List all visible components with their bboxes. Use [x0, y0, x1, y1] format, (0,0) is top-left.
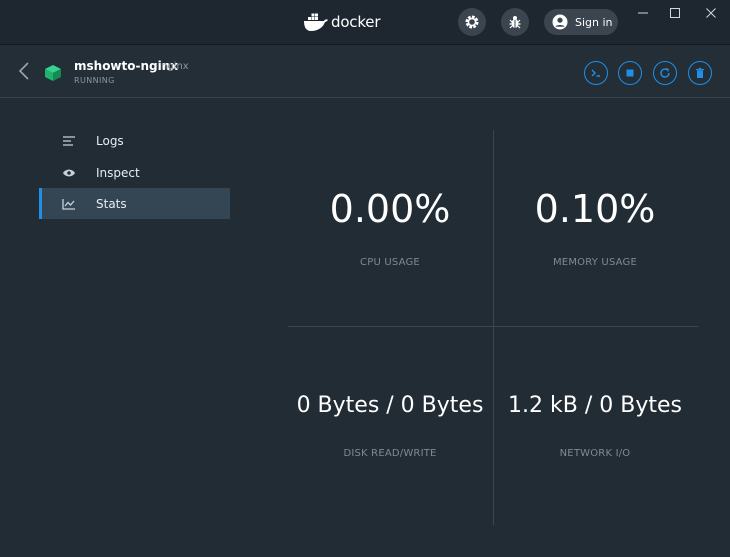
troubleshoot-button[interactable] — [501, 8, 529, 36]
logs-icon — [62, 134, 76, 148]
minimize-icon — [638, 12, 648, 14]
sidebar-item-stats[interactable]: Stats — [39, 188, 230, 219]
title-bar: docker Sign in — [0, 0, 730, 45]
container-image: nginx — [161, 61, 189, 72]
container-header: mshowto-nginx nginx RUNNING — [0, 46, 730, 98]
cpu-usage-label: CPU USAGE — [360, 257, 420, 268]
docker-whale-icon — [304, 13, 328, 31]
sidebar-item-label: Stats — [96, 196, 127, 211]
memory-usage-label: MEMORY USAGE — [552, 257, 638, 268]
network-io-value: 1.2 kB / 0 Bytes — [508, 393, 682, 418]
sidebar-item-label: Logs — [96, 133, 124, 148]
delete-button[interactable] — [688, 61, 712, 85]
memory-usage-value: 0.10% — [534, 187, 656, 231]
cpu-usage-value: 0.00% — [329, 187, 451, 231]
maximize-button[interactable] — [660, 2, 690, 24]
minimize-button[interactable] — [628, 2, 658, 24]
disk-read-write-value: 0 Bytes / 0 Bytes — [296, 393, 484, 418]
docker-logo: docker — [303, 10, 380, 34]
trash-icon — [696, 67, 704, 78]
container-cube-icon — [45, 65, 61, 81]
close-icon — [706, 8, 716, 18]
stop-icon — [626, 69, 634, 77]
bug-icon — [509, 16, 521, 29]
close-window-button[interactable] — [696, 2, 726, 24]
grid-divider-vertical — [493, 130, 494, 525]
cli-button[interactable] — [584, 61, 608, 85]
chart-icon — [62, 197, 76, 211]
sign-in-label: Sign in — [575, 15, 613, 29]
terminal-icon — [591, 69, 600, 77]
settings-button[interactable] — [458, 8, 486, 36]
restart-icon — [660, 68, 670, 78]
back-button[interactable] — [14, 60, 34, 82]
sidebar-item-label: Inspect — [96, 165, 140, 180]
user-icon — [552, 14, 568, 30]
eye-icon — [62, 166, 76, 180]
disk-read-write-label: DISK READ/WRITE — [343, 448, 437, 459]
restart-button[interactable] — [653, 61, 677, 85]
brand-text: docker — [331, 13, 381, 31]
sidebar-item-inspect[interactable]: Inspect — [39, 157, 230, 188]
grid-divider-horizontal — [288, 326, 698, 327]
container-status: RUNNING — [74, 76, 115, 85]
gear-icon — [465, 15, 479, 29]
chevron-left-icon — [18, 62, 29, 80]
stop-button[interactable] — [618, 61, 642, 85]
maximize-icon — [670, 8, 680, 18]
network-io-label: NETWORK I/O — [559, 448, 631, 459]
sign-in-button[interactable]: Sign in — [544, 9, 618, 35]
sidebar-item-logs[interactable]: Logs — [39, 125, 230, 156]
